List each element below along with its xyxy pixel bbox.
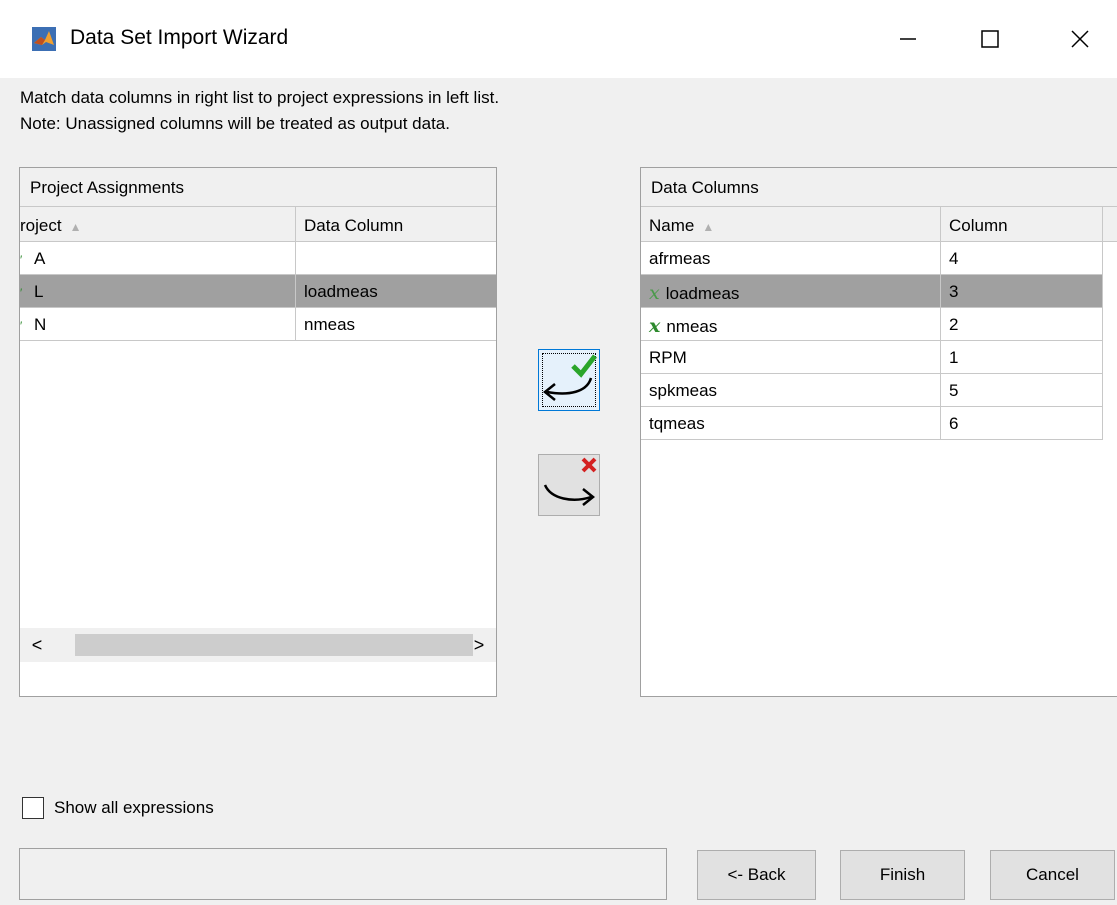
name-cell: spkmeas: [641, 374, 941, 407]
table-row[interactable]: x loadmeas 3: [641, 275, 1103, 308]
unassign-button[interactable]: [538, 454, 600, 516]
show-all-expressions-label: Show all expressions: [54, 798, 214, 817]
maximize-button[interactable]: [960, 16, 1020, 62]
header-filler: [1103, 207, 1117, 242]
scroll-left-icon[interactable]: <: [26, 634, 48, 656]
sort-ascending-icon: ▲: [69, 220, 82, 234]
assign-button[interactable]: [538, 349, 600, 411]
name-cell: afrmeas: [641, 242, 941, 275]
data-column-header[interactable]: Data Column: [296, 207, 496, 242]
column-number-label: Column: [949, 216, 1008, 235]
table-row[interactable]: afrmeas 4: [641, 242, 1103, 275]
project-name: L: [34, 282, 44, 301]
table-row[interactable]: RPM 1: [641, 341, 1103, 374]
close-button[interactable]: [1050, 16, 1110, 62]
column-cell: 4: [941, 242, 1103, 275]
window-title: Data Set Import Wizard: [70, 26, 289, 49]
instruction-line-1: Match data columns in right list to proj…: [20, 88, 500, 107]
expression-marker-icon: ′: [20, 319, 23, 333]
minimize-button[interactable]: [878, 16, 938, 62]
project-cell: ′ A: [20, 242, 296, 275]
data-column-cell: nmeas: [304, 315, 356, 334]
name-column-label: Name: [649, 216, 695, 235]
project-name: A: [34, 249, 46, 268]
back-button[interactable]: <- Back: [697, 850, 816, 900]
project-name: N: [34, 315, 47, 334]
data-column-cell: [296, 242, 496, 275]
name-column-header[interactable]: Name ▲: [641, 207, 941, 242]
column-cell: 3: [941, 275, 1103, 308]
table-row[interactable]: x nmeas 2: [641, 308, 1103, 341]
expression-marker-icon: ′: [20, 286, 23, 300]
finish-button[interactable]: Finish: [840, 850, 965, 900]
assigned-x-icon: x: [649, 315, 661, 337]
table-row[interactable]: ′ L loadmeas: [20, 275, 496, 308]
project-cell: ′ N: [20, 308, 296, 341]
data-column-label: Data Column: [304, 216, 404, 235]
matlab-logo-icon: [32, 27, 56, 51]
sort-ascending-icon: ▲: [702, 220, 715, 234]
project-assignments-panel: Project Assignments roject ▲ Data Column …: [19, 167, 497, 697]
horizontal-scrollbar[interactable]: < >: [20, 628, 496, 662]
maximize-icon: [981, 30, 999, 48]
data-columns-title: Data Columns: [641, 168, 1117, 207]
data-columns-panel: Data Columns Name ▲ Column afrmeas 4 x loa…: [640, 167, 1117, 697]
show-all-expressions-checkbox[interactable]: Show all expressions: [22, 797, 214, 819]
column-cell: 5: [941, 374, 1103, 407]
name-cell: x loadmeas: [641, 275, 941, 308]
column-cell: 2: [941, 308, 1103, 341]
name-cell: x nmeas: [641, 308, 941, 341]
data-column-cell: loadmeas: [304, 282, 378, 301]
unassign-arrow-cross-icon: [543, 457, 597, 506]
name-cell: tqmeas: [641, 407, 941, 440]
title-bar: Data Set Import Wizard: [0, 0, 1117, 78]
name-cell: RPM: [641, 341, 941, 374]
column-name: loadmeas: [665, 284, 740, 303]
project-cell: ′ L: [20, 275, 296, 308]
status-field: [19, 848, 667, 900]
project-assignments-title: Project Assignments: [20, 168, 496, 207]
column-cell: 6: [941, 407, 1103, 440]
cancel-button[interactable]: Cancel: [990, 850, 1115, 900]
column-name: nmeas: [666, 317, 718, 336]
assign-arrow-check-icon: [542, 354, 597, 401]
column-number-header[interactable]: Column: [941, 207, 1103, 242]
close-icon: [1071, 30, 1089, 48]
assigned-x-icon: x: [649, 282, 660, 304]
table-row[interactable]: ′ N nmeas: [20, 308, 496, 341]
scroll-right-icon[interactable]: >: [468, 634, 490, 656]
column-cell: 1: [941, 341, 1103, 374]
instruction-line-2: Note: Unassigned columns will be treated…: [20, 114, 450, 133]
table-row[interactable]: ′ A: [20, 242, 496, 275]
project-column-label: roject: [20, 216, 62, 235]
table-row[interactable]: spkmeas 5: [641, 374, 1103, 407]
minimize-icon: [900, 38, 916, 40]
table-empty-area: [20, 662, 496, 696]
table-row[interactable]: tqmeas 6: [641, 407, 1103, 440]
expression-marker-icon: ′: [20, 253, 23, 267]
project-column-header[interactable]: roject ▲: [20, 207, 296, 242]
checkbox-box[interactable]: [22, 797, 44, 819]
scrollbar-thumb[interactable]: [75, 634, 473, 656]
